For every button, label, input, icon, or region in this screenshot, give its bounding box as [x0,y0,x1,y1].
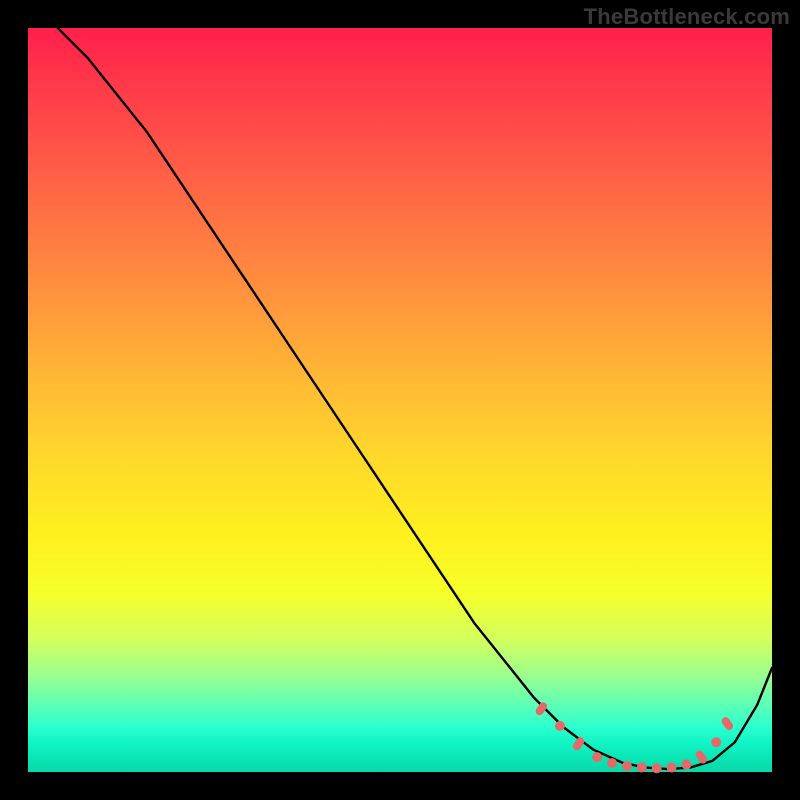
watermark-text: TheBottleneck.com [584,4,790,30]
chart-svg [28,28,772,772]
marker-group [534,701,735,774]
curve-marker [711,737,721,747]
bottleneck-curve [58,28,772,769]
curve-marker [720,716,735,732]
curve-marker [622,761,632,771]
chart-frame: TheBottleneck.com [0,0,800,800]
curve-marker [667,763,677,773]
plot-area [28,28,772,772]
curve-marker [652,763,662,773]
curve-marker [555,721,565,731]
curve-marker [681,760,691,770]
curve-marker [607,758,617,768]
curve-marker [637,763,647,773]
curve-marker [592,752,602,762]
